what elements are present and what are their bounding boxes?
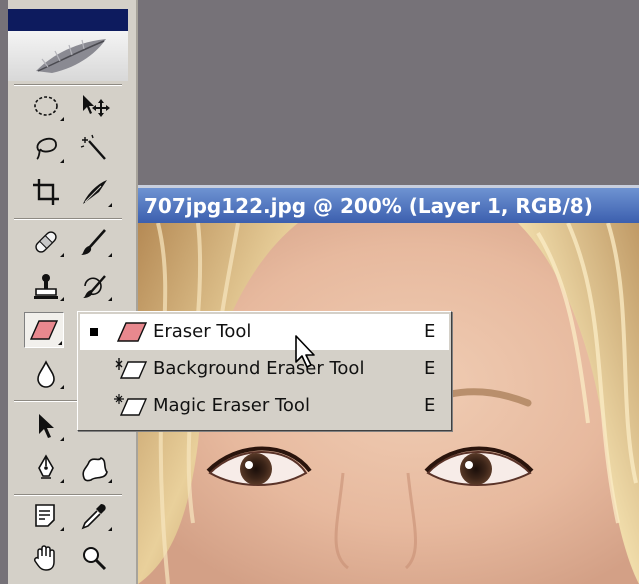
hand-icon <box>34 545 55 571</box>
blur-icon <box>37 360 55 388</box>
menu-item-shortcut: E <box>424 358 436 379</box>
clone-stamp-tool[interactable] <box>26 268 66 304</box>
menu-item-shortcut: E <box>424 321 436 342</box>
move-tool[interactable] <box>74 88 114 124</box>
eraser-icon <box>116 322 148 342</box>
brush-tool[interactable] <box>74 224 114 260</box>
menu-item-shortcut: E <box>424 395 436 416</box>
custom-shape-tool[interactable] <box>74 450 114 486</box>
toolbox-separator <box>14 84 122 86</box>
selected-indicator <box>90 328 98 336</box>
document-title: 707jpg122.jpg @ 200% (Layer 1, RGB/8) <box>144 193 593 218</box>
eraser-tool[interactable] <box>24 312 64 348</box>
notes-tool[interactable] <box>26 498 66 534</box>
blur-tool[interactable] <box>26 356 66 392</box>
lasso-icon <box>36 137 57 160</box>
history-brush-icon <box>83 275 106 298</box>
feather-logo[interactable] <box>8 31 128 81</box>
menu-item-eraser-tool[interactable]: Eraser Tool E <box>80 314 449 350</box>
eraser-flyout-menu: Eraser Tool E Background Eraser Tool E M… <box>77 311 452 431</box>
notes-icon <box>35 504 55 527</box>
magic-eraser-icon <box>114 394 148 416</box>
lasso-tool[interactable] <box>26 130 66 166</box>
toolbox-separator <box>14 218 122 220</box>
toolbox-titlebar[interactable] <box>8 9 128 31</box>
clone-stamp-icon <box>34 274 58 299</box>
eyedropper-tool[interactable] <box>74 498 114 534</box>
magic-wand-tool[interactable] <box>74 130 114 166</box>
healing-brush-icon <box>35 231 57 253</box>
menu-item-label: Magic Eraser Tool <box>153 395 310 416</box>
eraser-icon <box>29 320 59 340</box>
pen-tool[interactable] <box>26 450 66 486</box>
eyedropper-icon <box>81 504 106 530</box>
menu-item-background-eraser-tool[interactable]: Background Eraser Tool E <box>80 351 449 387</box>
slice-icon <box>83 180 107 204</box>
elliptical-marquee-icon <box>34 96 58 116</box>
brush-icon <box>81 229 106 255</box>
pen-icon <box>38 454 54 479</box>
path-selection-icon <box>39 414 54 438</box>
path-selection-tool[interactable] <box>26 408 66 444</box>
custom-shape-icon <box>82 457 108 482</box>
zoom-icon <box>83 547 107 571</box>
hand-tool[interactable] <box>26 540 66 576</box>
document-titlebar[interactable]: 707jpg122.jpg @ 200% (Layer 1, RGB/8) <box>138 185 639 223</box>
menu-item-label: Eraser Tool <box>153 321 252 342</box>
slice-tool[interactable] <box>74 174 114 210</box>
magic-wand-icon <box>80 134 106 160</box>
toolbox-separator <box>14 494 122 496</box>
elliptical-marquee-tool[interactable] <box>26 88 66 124</box>
crop-tool[interactable] <box>26 174 66 210</box>
menu-item-magic-eraser-tool[interactable]: Magic Eraser Tool E <box>80 388 449 424</box>
menu-item-label: Background Eraser Tool <box>153 358 365 379</box>
background-eraser-icon <box>115 358 148 379</box>
healing-brush-tool[interactable] <box>26 224 66 260</box>
zoom-tool[interactable] <box>74 540 114 576</box>
mouse-pointer-icon <box>295 335 315 368</box>
crop-icon <box>33 179 59 205</box>
move-icon <box>83 95 110 117</box>
history-brush-tool[interactable] <box>74 268 114 304</box>
